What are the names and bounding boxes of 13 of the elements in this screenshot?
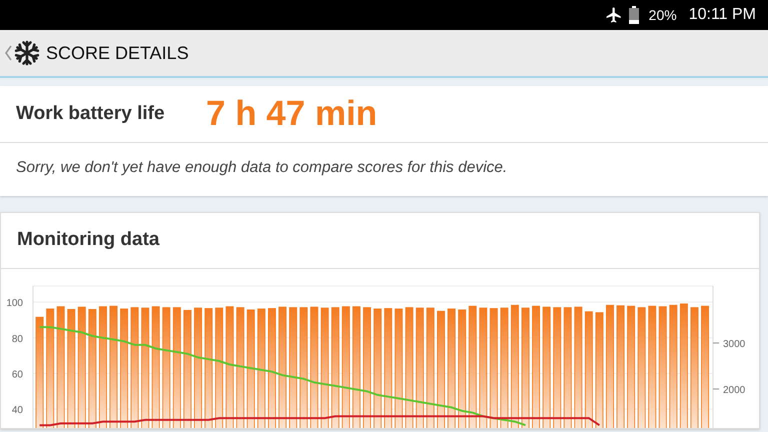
axis-tick-label: 60 [12, 369, 23, 380]
battery-percent: 20% [648, 7, 677, 23]
info-message: Sorry, we don't yet have enough data to compare scores for this device. [15, 158, 508, 178]
result-value: 7 h 47 min [206, 94, 378, 134]
axis-tick-label: 2000 [723, 385, 746, 396]
axis-tick-label: 40 [12, 405, 23, 416]
result-label: Work battery life [16, 103, 166, 125]
clock-time: 10:11 PM [688, 6, 756, 24]
axis-tick-label: 100 [6, 298, 23, 310]
axis-tick-label: 80 [12, 334, 23, 345]
screen-title: SCORE DETAILS [46, 42, 189, 64]
axis-tick-label: 3000 [723, 339, 746, 350]
card-title: Monitoring data [1, 213, 759, 269]
